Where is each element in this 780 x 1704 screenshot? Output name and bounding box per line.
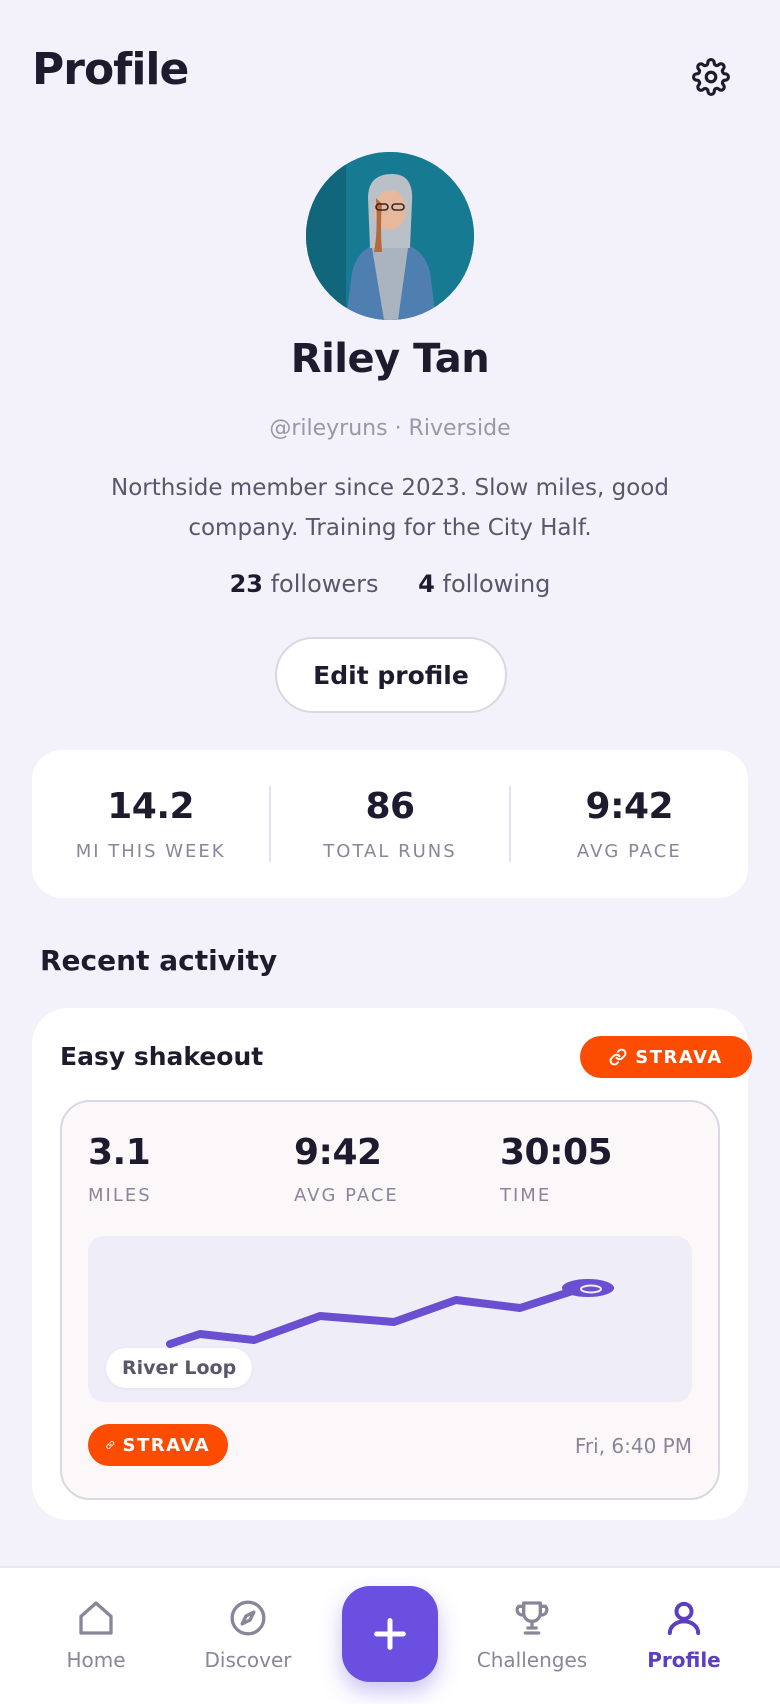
metric-value: 30:05 xyxy=(500,1132,613,1173)
trophy-icon xyxy=(515,1601,549,1635)
strava-badge-label: STRAVA xyxy=(635,1046,723,1068)
tab-label: Discover xyxy=(204,1648,292,1672)
stats-card: 14.2 MI THIS WEEK 86 TOTAL RUNS 9:42 AVG… xyxy=(32,750,748,898)
plus-icon xyxy=(374,1618,406,1650)
route-name-label: River Loop xyxy=(106,1348,253,1388)
section-title-recent-activity: Recent activity xyxy=(40,944,278,977)
stat-total-runs: 86 TOTAL RUNS xyxy=(269,786,508,862)
activity-timestamp: Fri, 6:40 PM xyxy=(574,1434,692,1458)
strava-badge-label: STRAVA xyxy=(122,1434,210,1456)
metric-avg-pace: 9:42 AVG PACE xyxy=(294,1132,399,1206)
strava-badge[interactable]: STRAVA xyxy=(88,1424,228,1466)
metric-miles: 3.1 MILES xyxy=(88,1132,152,1206)
user-icon xyxy=(667,1601,701,1635)
followers-label: followers xyxy=(270,570,379,598)
stat-weekly-miles: 14.2 MI THIS WEEK xyxy=(32,786,269,862)
metric-value: 3.1 xyxy=(88,1132,151,1173)
profile-name: Riley Tan xyxy=(290,336,490,382)
activity-card[interactable]: Easy shakeout STRAVA 3.1 MILES 9:42 AVG … xyxy=(32,1008,752,1520)
avatar[interactable] xyxy=(306,152,474,320)
tab-label: Challenges xyxy=(476,1648,588,1672)
metric-time: 30:05 TIME xyxy=(500,1132,613,1206)
add-activity-button[interactable] xyxy=(342,1586,438,1682)
link-icon xyxy=(609,1048,627,1066)
metric-label: AVG PACE xyxy=(294,1185,399,1206)
profile-bio: Northside member since 2023. Slow miles,… xyxy=(111,475,669,541)
tab-home[interactable]: Home xyxy=(26,1598,166,1672)
tab-discover[interactable]: Discover xyxy=(178,1598,318,1672)
link-icon xyxy=(106,1441,115,1449)
following-label: following xyxy=(442,570,551,598)
edit-profile-button[interactable]: Edit profile xyxy=(275,637,507,713)
gear-icon xyxy=(692,58,730,96)
stat-value: 9:42 xyxy=(585,786,674,827)
tab-challenges[interactable]: Challenges xyxy=(462,1598,602,1672)
tab-label: Home xyxy=(66,1648,126,1672)
tab-profile[interactable]: Profile xyxy=(614,1598,754,1672)
stat-label: AVG PACE xyxy=(576,841,682,862)
stat-value: 14.2 xyxy=(107,786,195,827)
tab-label: Profile xyxy=(647,1648,721,1672)
profile-handle: @rileyruns · Riverside xyxy=(269,416,511,441)
following-link[interactable]: 4 following xyxy=(418,570,550,598)
home-icon xyxy=(79,1601,113,1635)
route-end-marker xyxy=(562,1279,614,1297)
strava-badge[interactable]: STRAVA xyxy=(580,1036,752,1078)
page-title: Profile xyxy=(32,44,189,95)
settings-button[interactable] xyxy=(690,56,732,98)
stat-value: 86 xyxy=(365,786,415,827)
followers-link[interactable]: 23 followers xyxy=(230,570,379,598)
activity-title: Easy shakeout xyxy=(60,1042,264,1071)
stat-label: TOTAL RUNS xyxy=(323,841,457,862)
metric-label: TIME xyxy=(500,1185,552,1206)
following-count: 4 xyxy=(418,570,435,598)
tab-bar: Home Discover Challenges Profile xyxy=(0,1566,780,1704)
metric-label: MILES xyxy=(88,1185,152,1206)
activity-details: 3.1 MILES 9:42 AVG PACE 30:05 TIME River… xyxy=(60,1100,720,1500)
metric-value: 9:42 xyxy=(294,1132,382,1173)
followers-count: 23 xyxy=(229,570,263,598)
stat-avg-pace: 9:42 AVG PACE xyxy=(508,786,748,862)
follow-counts: 23 followers 4 following xyxy=(0,570,780,598)
compass-icon xyxy=(230,1600,266,1636)
stat-label: MI THIS WEEK xyxy=(75,841,226,862)
route-map[interactable]: River Loop xyxy=(88,1236,692,1402)
